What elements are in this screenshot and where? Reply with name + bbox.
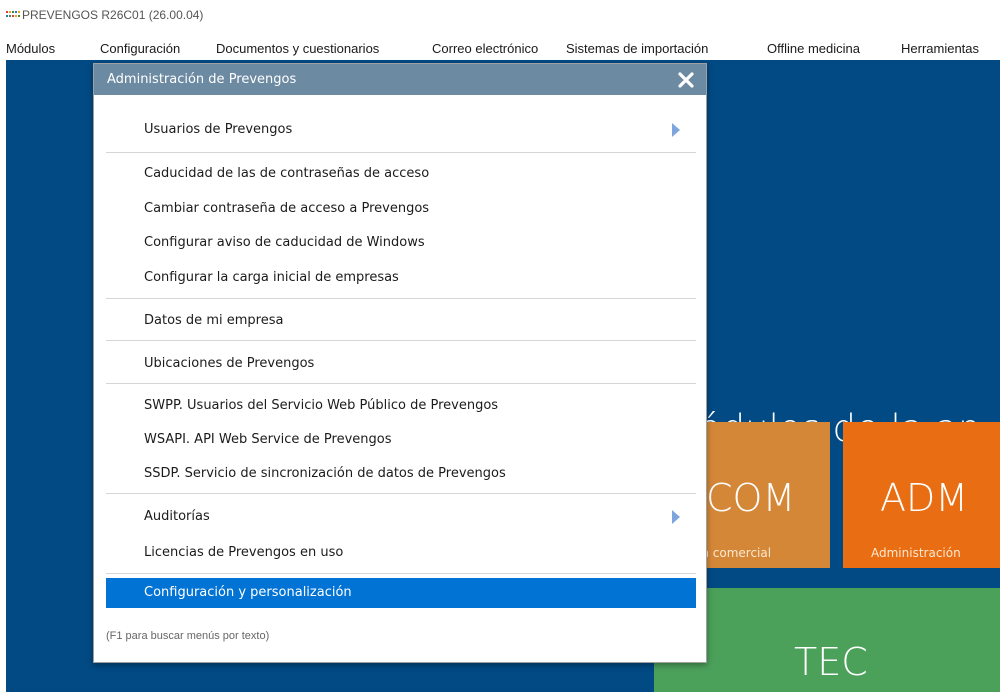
menu-documentos-cuestionarios[interactable]: Documentos y cuestionarios: [216, 41, 379, 56]
menu-item-usuarios-prevengos[interactable]: Usuarios de Prevengos: [106, 115, 696, 145]
tile-code: COM: [706, 476, 796, 520]
menu-modulos[interactable]: Módulos: [6, 41, 55, 56]
menu-item-datos-mi-empresa[interactable]: Datos de mi empresa: [106, 306, 696, 336]
submenu-arrow-icon: [672, 123, 680, 137]
tile-code: ADM: [880, 476, 969, 520]
separator: [106, 152, 696, 153]
menu-item-swpp[interactable]: SWPP. Usuarios del Servicio Web Público …: [106, 391, 696, 421]
separator: [106, 573, 696, 574]
menu-item-label: Configurar la carga inicial de empresas: [144, 270, 399, 285]
tile-description: Administración: [871, 546, 961, 560]
menu-sistemas-importacion[interactable]: Sistemas de importación: [566, 41, 708, 56]
menu-herramientas[interactable]: Herramientas: [901, 41, 979, 56]
dialog-header: Administración de Prevengos: [94, 64, 706, 95]
separator: [106, 298, 696, 299]
separator: [106, 493, 696, 494]
menu-item-licencias-en-uso[interactable]: Licencias de Prevengos en uso: [106, 538, 696, 568]
menu-item-ssdp[interactable]: SSDP. Servicio de sincronización de dato…: [106, 459, 696, 489]
menu-item-auditorias[interactable]: Auditorías: [106, 502, 696, 532]
menu-bar: Módulos Configuración Documentos y cuest…: [0, 38, 1000, 60]
menu-item-carga-inicial-empresas[interactable]: Configurar la carga inicial de empresas: [106, 263, 696, 293]
menu-item-label: SSDP. Servicio de sincronización de dato…: [144, 466, 506, 481]
menu-correo-electronico[interactable]: Correo electrónico: [432, 41, 538, 56]
menu-item-label: WSAPI. API Web Service de Prevengos: [144, 432, 392, 447]
module-tile-adm[interactable]: ADM Administración: [843, 422, 1000, 568]
tile-code: TEC: [794, 640, 868, 684]
title-bar: PREVENGOS R26C01 (26.00.04): [0, 0, 1000, 30]
search-hint: (F1 para buscar menús por texto): [106, 630, 270, 642]
menu-item-configuracion-personalizacion[interactable]: Configuración y personalización: [106, 578, 696, 608]
menu-item-label: Ubicaciones de Prevengos: [144, 356, 315, 371]
menu-item-wsapi[interactable]: WSAPI. API Web Service de Prevengos: [106, 425, 696, 455]
submenu-arrow-icon: [672, 510, 680, 524]
menu-item-label: Configurar aviso de caducidad de Windows: [144, 235, 425, 250]
dialog-title: Administración de Prevengos: [107, 72, 297, 87]
admin-menu-dialog: Administración de Prevengos Usuarios de …: [93, 63, 707, 663]
menu-item-label: Licencias de Prevengos en uso: [144, 545, 344, 560]
menu-item-label: Usuarios de Prevengos: [144, 122, 293, 137]
menu-item-label: Caducidad de las de contraseñas de acces…: [144, 166, 430, 181]
separator: [106, 340, 696, 341]
menu-item-label: SWPP. Usuarios del Servicio Web Público …: [144, 398, 499, 413]
menu-configuracion[interactable]: Configuración: [100, 41, 180, 56]
app-logo-icon: [6, 11, 20, 19]
menu-item-caducidad-contrasenas[interactable]: Caducidad de las de contraseñas de acces…: [106, 159, 696, 189]
menu-offline-medicina[interactable]: Offline medicina: [767, 41, 860, 56]
close-icon[interactable]: [677, 71, 695, 89]
menu-item-label: Configuración y personalización: [144, 585, 352, 600]
menu-item-aviso-caducidad-windows[interactable]: Configurar aviso de caducidad de Windows: [106, 228, 696, 258]
menu-item-ubicaciones[interactable]: Ubicaciones de Prevengos: [106, 349, 696, 379]
window-title: PREVENGOS R26C01 (26.00.04): [22, 8, 204, 22]
separator: [106, 383, 696, 384]
menu-item-label: Cambiar contraseña de acceso a Prevengos: [144, 201, 430, 216]
menu-item-label: Auditorías: [144, 509, 210, 524]
menu-item-label: Datos de mi empresa: [144, 313, 284, 328]
menu-item-cambiar-contrasena[interactable]: Cambiar contraseña de acceso a Prevengos: [106, 194, 696, 224]
